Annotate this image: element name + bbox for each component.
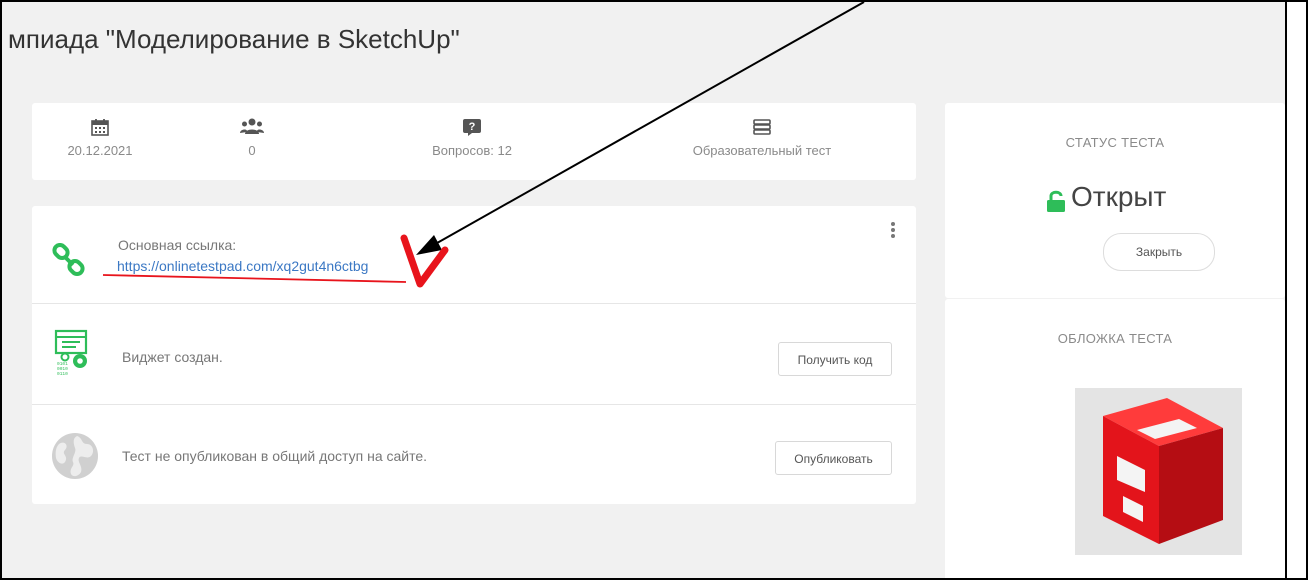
annotation-arrowhead: [416, 235, 442, 255]
annotation-arrow-line: [429, 2, 865, 248]
annotation-overlay: [102, 2, 865, 288]
annotation-underline: [102, 274, 407, 283]
screenshot-frame: мпиада "Моделирование в SketchUp" 20.12.…: [0, 0, 1308, 580]
